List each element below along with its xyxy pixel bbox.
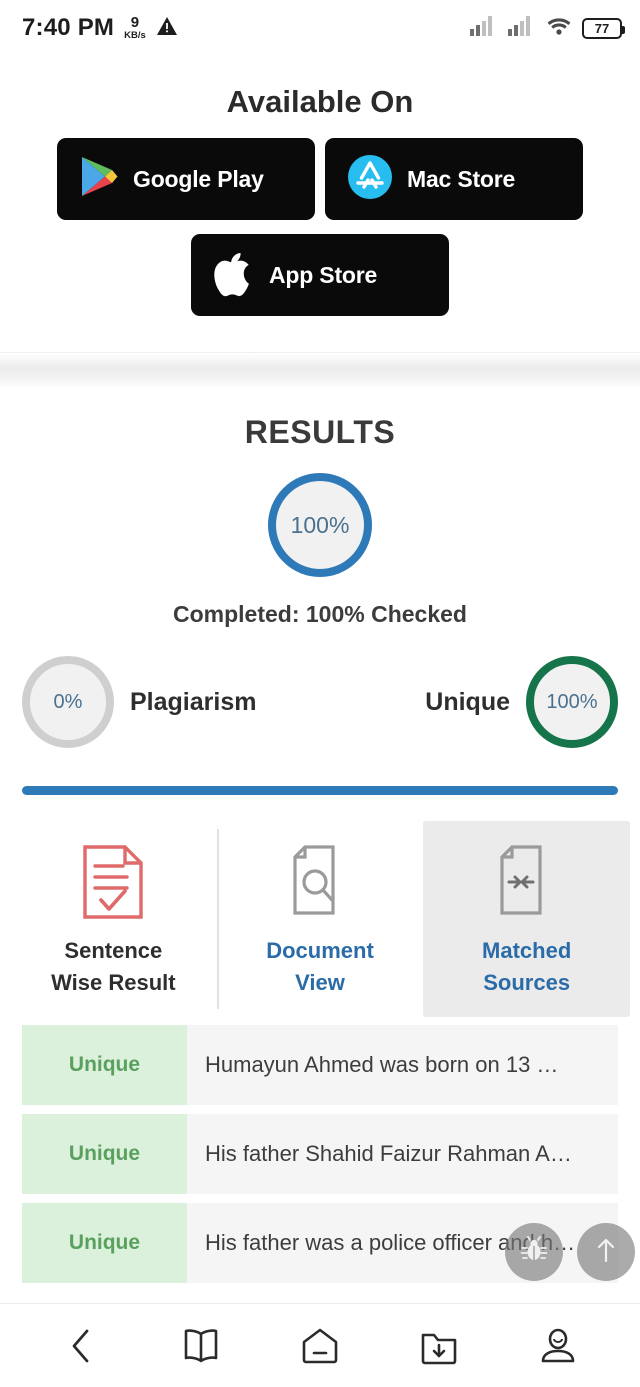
overall-progress-ring: 100%	[268, 473, 372, 577]
progress-divider-bar	[22, 786, 618, 795]
unique-label: Unique	[425, 687, 510, 716]
tab-matched-sources-label: Matched Sources	[482, 938, 572, 995]
download-folder-icon[interactable]	[406, 1313, 472, 1379]
network-speed-indicator: 9 KB/s	[124, 14, 146, 42]
table-row[interactable]: Unique Humayun Ahmed was born on 13 …	[22, 1024, 618, 1105]
sentence-text: His father Shahid Faizur Rahman A…	[205, 1140, 572, 1166]
book-icon[interactable]	[168, 1313, 234, 1379]
app-store-button[interactable]: App Store	[191, 234, 449, 316]
available-on-title: Available On	[226, 84, 414, 119]
plagiarism-label: Plagiarism	[130, 687, 257, 716]
warning-triangle-icon	[156, 16, 178, 41]
google-play-button[interactable]: Google Play	[57, 138, 315, 220]
completed-status-text: Completed: 100% Checked	[173, 601, 467, 627]
status-badge: Unique	[22, 1202, 187, 1283]
profile-person-icon[interactable]	[525, 1313, 591, 1379]
document-match-icon	[498, 843, 556, 921]
unique-value: 100%	[546, 690, 598, 713]
status-bar-left: 7:40 PM 9 KB/s	[22, 14, 178, 42]
signal-bars-icon	[508, 15, 536, 41]
unique-ring: 100%	[526, 656, 618, 748]
scroll-to-top-fab[interactable]	[577, 1223, 635, 1281]
mac-store-button[interactable]: Mac Store	[325, 138, 583, 220]
home-icon[interactable]	[287, 1313, 353, 1379]
signal-bars-icon	[470, 15, 498, 41]
section-divider	[0, 352, 640, 388]
status-badge: Unique	[22, 1113, 187, 1194]
tab-sentence-wise-result-label: Sentence Wise Result	[51, 938, 176, 995]
status-bar: 7:40 PM 9 KB/s 77	[0, 0, 640, 56]
overall-progress-value: 100%	[290, 511, 350, 538]
google-play-label: Google Play	[133, 165, 264, 192]
status-bar-right: 77	[470, 15, 625, 41]
mac-store-label: Mac Store	[407, 165, 516, 192]
store-badge-row-primary: Google Play Mac Store	[0, 138, 640, 220]
tab-sentence-wise-result[interactable]: Sentence Wise Result	[10, 821, 217, 1017]
wifi-icon	[546, 16, 572, 41]
tab-document-view[interactable]: Document View	[216, 821, 424, 1017]
mac-store-icon	[347, 154, 393, 205]
battery-indicator: 77	[582, 17, 625, 39]
results-title: RESULTS	[244, 414, 396, 450]
tab-matched-sources[interactable]: Matched Sources	[423, 821, 631, 1017]
sentence-text: Humayun Ahmed was born on 13 …	[205, 1051, 559, 1077]
unique-stat: Unique 100%	[425, 656, 618, 748]
store-badge-row-secondary: App Store	[0, 234, 640, 316]
document-check-icon	[81, 843, 145, 921]
bug-icon	[520, 1235, 548, 1269]
back-chevron-icon[interactable]	[49, 1313, 115, 1379]
google-play-icon	[79, 155, 119, 204]
clock: 7:40 PM	[22, 14, 115, 41]
results-section: RESULTS 100% Completed: 100% Checked 0% …	[0, 388, 640, 795]
apple-logo-icon	[213, 248, 255, 303]
scroll-to-top-arrow-icon	[594, 1236, 618, 1269]
status-badge: Unique	[22, 1024, 187, 1105]
document-search-icon	[291, 843, 349, 921]
score-summary-row: 0% Plagiarism Unique 100%	[0, 638, 640, 748]
bug-report-fab[interactable]	[505, 1223, 563, 1281]
available-on-section: Available On Google Play Mac Store App S…	[0, 56, 640, 352]
view-tabs: Sentence Wise Result Document View Match…	[0, 821, 640, 1017]
plagiarism-stat: 0% Plagiarism	[22, 656, 256, 748]
bottom-navigation-bar	[0, 1303, 640, 1387]
table-row[interactable]: Unique His father Shahid Faizur Rahman A…	[22, 1113, 618, 1194]
plagiarism-ring: 0%	[22, 656, 114, 748]
tab-document-view-label: Document View	[266, 938, 374, 995]
app-store-label: App Store	[269, 261, 378, 288]
plagiarism-value: 0%	[53, 690, 83, 713]
